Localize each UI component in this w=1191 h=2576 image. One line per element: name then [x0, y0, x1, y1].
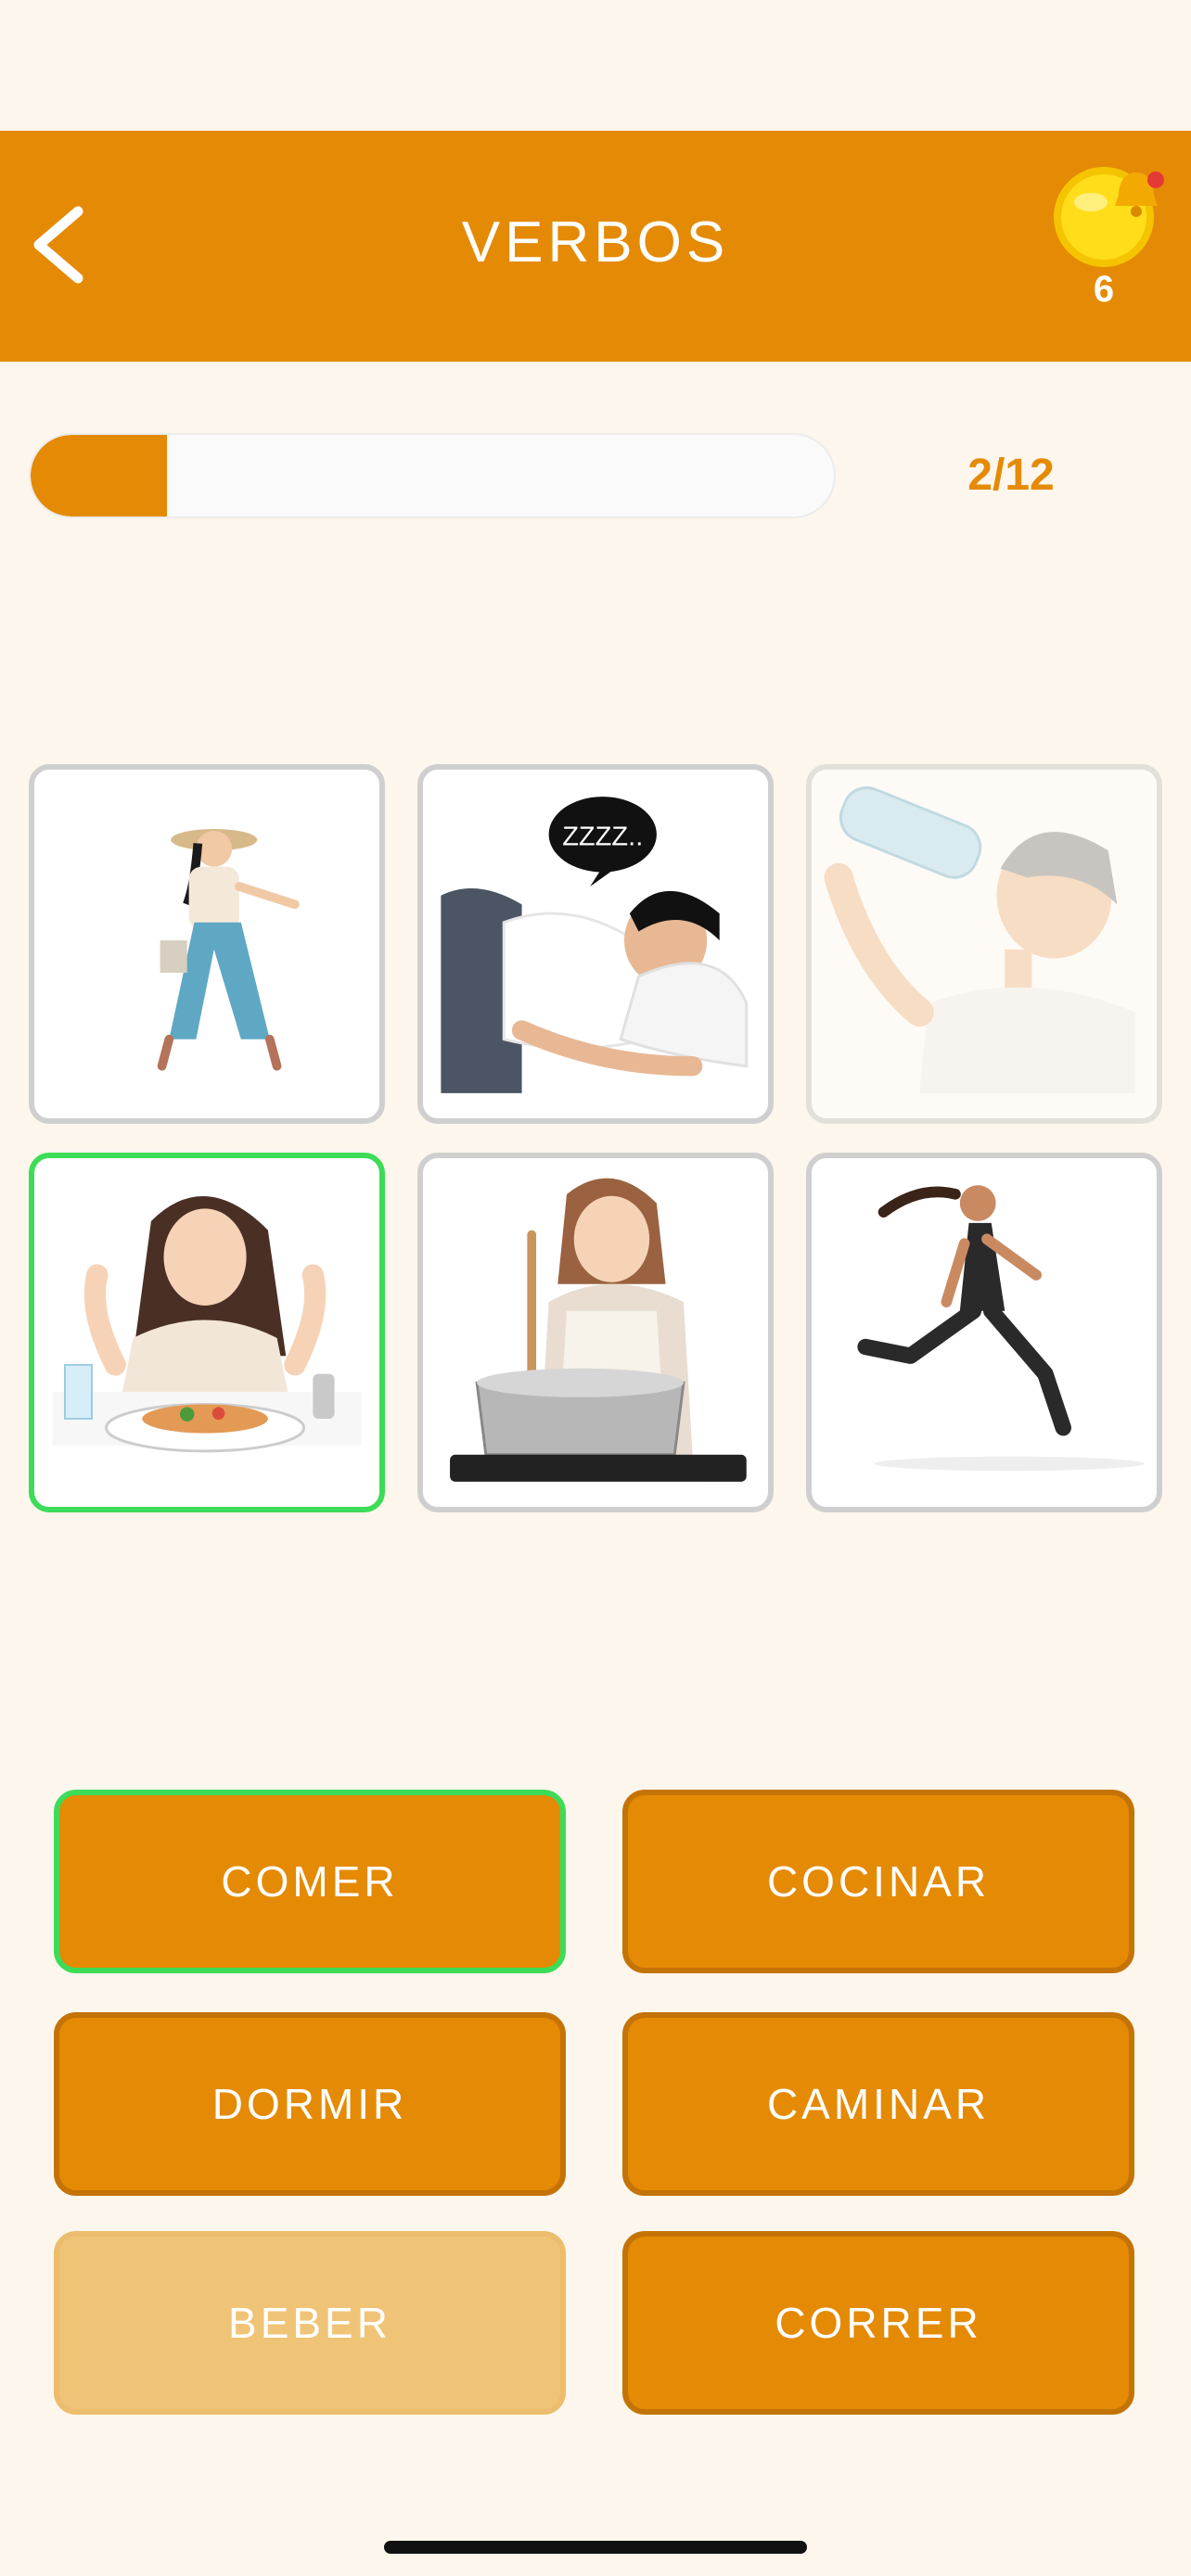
answer-button-correr[interactable]: CORRER [622, 2231, 1134, 2415]
answer-button-comer[interactable]: COMER [54, 1790, 566, 1973]
sleeping-person-illustration: ZZZZ.. [441, 797, 749, 1093]
coin-count: 6 [1093, 269, 1115, 310]
drinking-person-illustration [824, 786, 1135, 1093]
answer-button-cocinar[interactable]: COCINAR [622, 1790, 1134, 1973]
speech-text: ZZZZ.. [562, 822, 643, 851]
home-indicator [384, 2541, 807, 2554]
image-card-sleeping[interactable]: ZZZZ.. [417, 764, 774, 1124]
image-card-eating[interactable] [29, 1153, 385, 1512]
answer-button-caminar[interactable]: CAMINAR [622, 2012, 1134, 2196]
bell-icon [1115, 172, 1164, 217]
image-card-drinking[interactable] [806, 764, 1162, 1124]
walking-person-illustration [157, 829, 300, 1071]
running-person-illustration [857, 1185, 1145, 1472]
image-card-cooking[interactable] [417, 1153, 774, 1512]
eating-person-illustration [52, 1196, 362, 1453]
answer-button-dormir[interactable]: DORMIR [54, 2012, 566, 2196]
progress-text: 2/12 [967, 451, 1055, 500]
progress-bar [29, 433, 836, 518]
image-card-running[interactable] [806, 1153, 1162, 1512]
page-title: VERBOS [461, 210, 730, 274]
progress-fill [31, 435, 168, 516]
cooking-person-illustration [450, 1178, 747, 1482]
image-card-walking[interactable] [29, 764, 385, 1124]
answer-button-beber[interactable]: BEBER [54, 2231, 566, 2415]
